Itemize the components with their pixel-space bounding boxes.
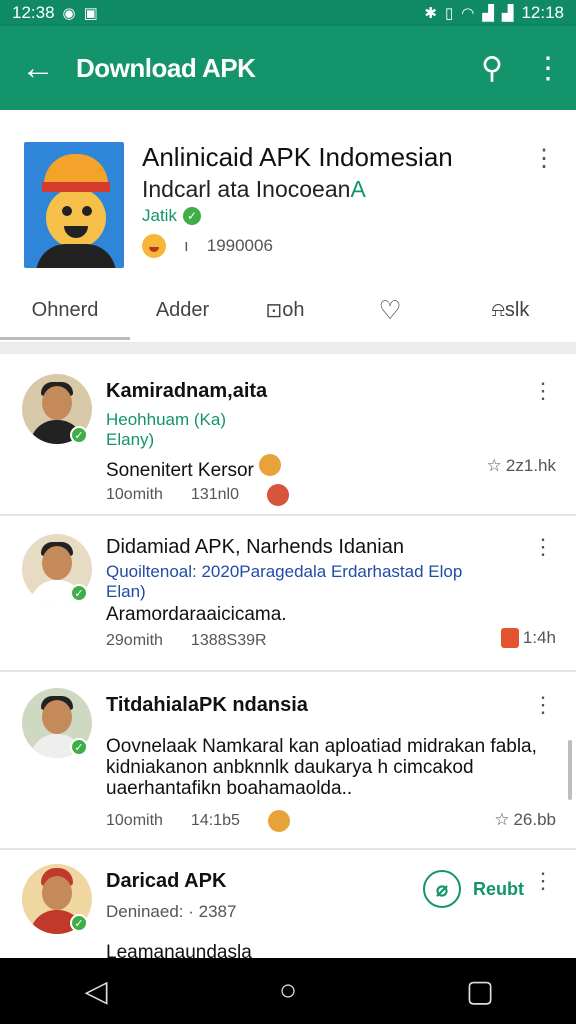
- app-title: Anlinicaid APK Indomesian: [142, 142, 453, 172]
- back-arrow-icon[interactable]: ←: [0, 49, 76, 88]
- app-bar: ← Download APK ⚲ ⋮: [0, 26, 576, 110]
- heart-icon: ♡: [378, 294, 402, 325]
- nav-back-icon[interactable]: ◁: [36, 974, 156, 1009]
- review-item[interactable]: ✓ Kamiradnam,aita Heohhuam (Ka) Elany) S…: [0, 354, 576, 514]
- review-more-icon[interactable]: ⋮: [532, 378, 554, 404]
- review-meta: 29omith 1388S39R: [106, 632, 267, 650]
- tab-bar: Ohnerd Adder ⊡ oh ♡ ⍾ slk: [0, 280, 576, 340]
- review-text: Sonenitert Kersor: [106, 454, 546, 481]
- review-likes-value: 2z1.hk: [505, 456, 556, 475]
- review-likes-value: 26.bb: [513, 810, 556, 829]
- review-line-1: Quoiltenoal: 2020Paragedala Erdarhastad …: [106, 562, 463, 581]
- bullet-separator: ı: [184, 236, 189, 255]
- tab-oh-label: oh: [282, 298, 305, 321]
- emoji-icon: [266, 484, 289, 506]
- review-text: Oovnelaak Namkaral kan aploatiad midraka…: [106, 736, 537, 799]
- more-options-icon[interactable]: ⋮: [520, 51, 576, 86]
- star-icon: ☆: [494, 810, 510, 829]
- tab-slk[interactable]: ⍾ slk: [445, 280, 576, 340]
- review-count: 14:1b5: [190, 812, 240, 829]
- star-icon: ☆: [486, 456, 502, 475]
- reviewer-name: Kamiradnam,aita: [106, 380, 268, 402]
- scrollbar[interactable]: [568, 740, 572, 800]
- verified-badge-icon: ✓: [70, 738, 88, 756]
- tab-slk-label: slk: [504, 298, 530, 321]
- review-line-2: Elany): [106, 430, 155, 449]
- bell-icon: ⍾: [491, 298, 505, 321]
- review-item[interactable]: ✓ Daricad APK Deninaed: · 2387 ⌀ Reubt ⋮…: [0, 850, 576, 958]
- emoji-icon: [259, 454, 282, 476]
- signal-icon-2: ▟: [501, 5, 514, 22]
- wifi-icon: ◠: [461, 5, 475, 22]
- review-text-content: Sonenitert Kersor: [106, 460, 254, 481]
- review-line-1: Deninaed: · 2387: [106, 902, 237, 921]
- verified-badge-icon: ✓: [70, 584, 88, 602]
- review-item[interactable]: ✓ TitdahialaPK ndansia Oovnelaak Namkara…: [0, 672, 576, 848]
- app-header-card: Anlinicaid APK Indomesian Indcarl ata In…: [0, 110, 576, 342]
- pin-icon: ⌀: [423, 870, 461, 908]
- review-more-icon[interactable]: ⋮: [532, 534, 554, 560]
- status-time-right: 12:18: [521, 3, 564, 22]
- tab-heart[interactable]: ♡: [335, 280, 445, 340]
- review-meta: 10omith 14:1b5: [106, 810, 290, 832]
- review-likes[interactable]: ☆ 2z1.hk: [487, 456, 556, 476]
- app-subtitle: Indcarl ata InocoeanA: [142, 176, 366, 203]
- review-time: 10omith: [106, 812, 163, 829]
- review-item[interactable]: ✓ Didamiad APK, Narhends Idanian Quoilte…: [0, 516, 576, 670]
- bag-icon: [500, 628, 519, 648]
- verified-badge-icon: ✓: [70, 914, 88, 932]
- reply-label: Reubt: [473, 878, 524, 899]
- review-line-2: Elan): [106, 582, 146, 601]
- review-likes[interactable]: 1:4h: [500, 628, 556, 648]
- status-bar: 12:38 ◉ ▣ ✱ ▯ ◠ ▟ ▟ 12:18: [0, 0, 576, 26]
- review-likes[interactable]: ☆ 26.bb: [494, 810, 556, 830]
- verified-badge-icon: ✓: [70, 426, 88, 444]
- review-count: 131nl0: [190, 486, 239, 503]
- sim-icon: ▣: [83, 5, 98, 22]
- review-more-icon[interactable]: ⋮: [532, 692, 554, 718]
- system-nav-bar: ◁ ○ ▢: [0, 958, 576, 1024]
- vibrate-icon: ▯: [445, 5, 454, 22]
- emoji-face-icon: [142, 234, 166, 258]
- nav-recents-icon[interactable]: ▢: [420, 974, 540, 1009]
- review-line-1: Heohhuam (Ka): [106, 410, 227, 429]
- status-time-left: 12:38: [12, 3, 55, 22]
- emoji-icon: [267, 810, 290, 832]
- tab-ohnerd[interactable]: Ohnerd: [0, 280, 130, 340]
- review-time: 10omith: [106, 486, 163, 503]
- review-meta: 10omith 131nl0: [106, 484, 289, 506]
- search-icon[interactable]: ⚲: [464, 51, 520, 86]
- app-stats: ı 1990006: [142, 234, 273, 258]
- section-divider: [0, 342, 576, 354]
- review-more-icon[interactable]: ⋮: [532, 868, 554, 894]
- reviewer-name: TitdahialaPK ndansia: [106, 694, 308, 716]
- app-more-icon[interactable]: ⋮: [532, 144, 556, 173]
- review-text: Aramordaraaicicama.: [106, 604, 287, 625]
- review-likes-value: 1:4h: [522, 628, 556, 647]
- page-title: Download APK: [76, 52, 256, 83]
- tab-oh[interactable]: ⊡ oh: [235, 280, 335, 340]
- reviewer-name: Daricad APK: [106, 870, 227, 892]
- app-subtitle-accent: A: [350, 176, 366, 202]
- developer-name: Jatik: [142, 206, 177, 225]
- signal-icon: ▟: [482, 5, 494, 22]
- review-count: 1388S39R: [190, 632, 267, 649]
- app-developer[interactable]: Jatik ✓: [142, 206, 201, 226]
- review-text: Leamanaundasla: [106, 942, 252, 958]
- app-subtitle-main: Indcarl ata Inocoean: [142, 176, 351, 202]
- whatsapp-icon: ◉: [62, 5, 76, 22]
- bluetooth-icon: ✱: [424, 5, 437, 22]
- image-icon: ⊡: [265, 299, 283, 322]
- reviewer-name: Didamiad APK, Narhends Idanian: [106, 536, 404, 558]
- verified-badge-icon: ✓: [182, 207, 201, 225]
- reply-button[interactable]: ⌀ Reubt: [423, 870, 524, 908]
- nav-home-icon[interactable]: ○: [228, 974, 348, 1008]
- review-time: 29omith: [106, 632, 163, 649]
- rating-count: 1990006: [206, 236, 273, 255]
- tab-adder[interactable]: Adder: [130, 280, 235, 340]
- app-icon: [24, 142, 124, 268]
